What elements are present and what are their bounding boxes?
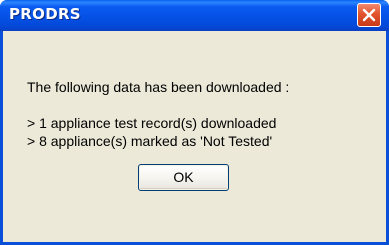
ok-button[interactable]: OK xyxy=(138,164,229,191)
close-button[interactable] xyxy=(357,3,381,27)
close-icon xyxy=(362,8,376,22)
window-title: PRODRS xyxy=(9,5,81,23)
title-bar[interactable]: PRODRS xyxy=(0,0,389,31)
message-heading: The following data has been downloaded : xyxy=(27,79,290,95)
message-line: > 8 appliance(s) marked as 'Not Tested' xyxy=(27,133,273,149)
message-line: > 1 appliance test record(s) downloaded xyxy=(27,115,277,131)
dialog-window: PRODRS The following data has been downl… xyxy=(0,0,389,245)
dialog-body: The following data has been downloaded :… xyxy=(3,31,386,242)
